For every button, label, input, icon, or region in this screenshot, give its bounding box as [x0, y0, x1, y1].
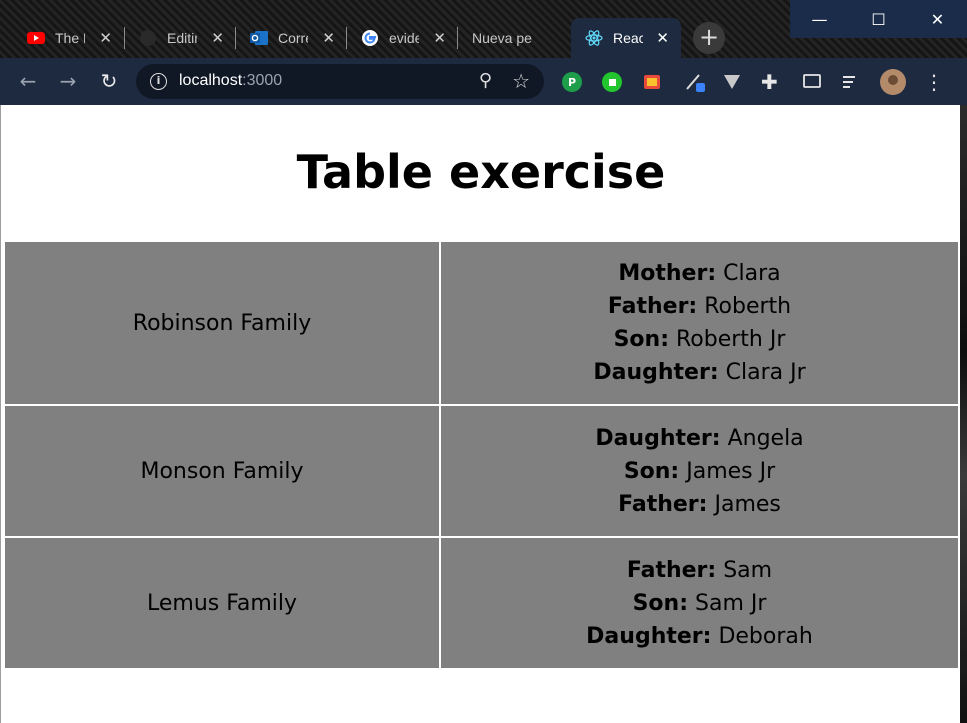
- maximize-button[interactable]: ☐: [849, 0, 908, 38]
- tab-outlook[interactable]: Corre ✕: [236, 18, 347, 58]
- extension-thumbs-up-icon[interactable]: [601, 71, 623, 93]
- close-icon[interactable]: ✕: [211, 29, 224, 47]
- back-arrow-icon[interactable]: ←: [16, 69, 40, 93]
- cast-icon[interactable]: [801, 71, 823, 93]
- close-icon[interactable]: ✕: [99, 29, 112, 47]
- member-name: James: [714, 491, 781, 517]
- tab-github[interactable]: Editin ✕: [125, 18, 236, 58]
- info-icon[interactable]: i: [150, 73, 167, 90]
- tab-react-app[interactable]: React ✕: [571, 18, 681, 58]
- table-row: Lemus Family Father: Sam Son: Sam Jr Dau…: [5, 538, 958, 668]
- address-bar[interactable]: i localhost:3000 ⚲ ☆: [136, 64, 544, 99]
- member-name: Roberth Jr: [676, 327, 786, 352]
- member-line: Son: James Jr: [441, 455, 958, 488]
- member-role: Daughter:: [593, 360, 719, 385]
- url-text: localhost:3000: [179, 72, 282, 90]
- table-row: Monson Family Daughter: Angela Son: Jame…: [5, 406, 958, 536]
- families-table: Robinson Family Mother: Clara Father: Ro…: [3, 240, 960, 670]
- page-title: Table exercise: [296, 145, 666, 199]
- member-role: Son:: [632, 590, 688, 616]
- family-name-cell: Monson Family: [5, 406, 439, 536]
- member-role: Father:: [618, 491, 708, 517]
- extension-v-icon[interactable]: [721, 71, 743, 93]
- member-line: Father: Roberth: [441, 290, 958, 323]
- close-icon[interactable]: ✕: [656, 29, 669, 47]
- menu-kebab-icon[interactable]: ⋮: [923, 71, 945, 93]
- member-line: Daughter: Deborah: [441, 620, 958, 653]
- close-window-button[interactable]: ✕: [908, 0, 967, 38]
- family-members-cell: Mother: Clara Father: Roberth Son: Rober…: [441, 242, 958, 404]
- member-line: Daughter: Angela: [441, 422, 958, 455]
- tab-strip: The M ✕ Editin ✕ Corre ✕ evide ✕ Nueva p…: [0, 0, 967, 58]
- tab-title: Editin: [167, 30, 197, 46]
- member-name: Roberth: [704, 294, 792, 319]
- url-port: :3000: [242, 72, 283, 89]
- minimize-button[interactable]: —: [790, 0, 849, 38]
- member-role: Father:: [626, 557, 717, 583]
- member-name: Angela: [727, 425, 804, 451]
- url-host: localhost: [179, 72, 243, 89]
- close-icon[interactable]: ✕: [322, 29, 335, 47]
- family-name-cell: Lemus Family: [5, 538, 439, 668]
- reload-icon[interactable]: ↻: [97, 69, 121, 93]
- table-row: Robinson Family Mother: Clara Father: Ro…: [5, 242, 958, 404]
- extension-green-p-icon[interactable]: P: [561, 71, 583, 93]
- browser-toolbar: ← → ↻ i localhost:3000 ⚲ ☆ P ✚ ⋮: [0, 58, 967, 105]
- forward-arrow-icon[interactable]: →: [56, 69, 80, 93]
- google-icon: [362, 30, 378, 46]
- bookmark-star-icon[interactable]: ☆: [512, 69, 530, 93]
- member-name: Clara: [723, 261, 781, 286]
- new-tab-button[interactable]: +: [693, 22, 725, 54]
- member-line: Daughter: Clara Jr: [441, 356, 958, 389]
- member-role: Son:: [613, 327, 669, 352]
- member-name: Deborah: [718, 623, 813, 649]
- member-line: Son: Roberth Jr: [441, 323, 958, 356]
- github-icon: [140, 30, 156, 46]
- member-name: Clara Jr: [725, 360, 806, 385]
- svg-text:P: P: [568, 76, 576, 89]
- avatar[interactable]: [879, 68, 907, 96]
- outlook-icon: [250, 31, 268, 45]
- member-line: Father: Sam: [441, 554, 958, 587]
- zoom-icon[interactable]: ⚲: [479, 70, 492, 91]
- member-line: Father: James: [441, 488, 958, 521]
- react-icon: [585, 30, 603, 46]
- member-role: Mother:: [618, 261, 717, 286]
- tab-youtube[interactable]: The M ✕: [13, 18, 124, 58]
- member-role: Son:: [623, 458, 680, 484]
- tab-title: evide: [389, 30, 419, 46]
- member-line: Mother: Clara: [441, 257, 958, 290]
- extension-pen-icon[interactable]: [683, 71, 705, 93]
- desktop-background-edge: [960, 105, 967, 723]
- extension-cards-icon[interactable]: [641, 71, 663, 93]
- member-role: Daughter:: [586, 623, 712, 649]
- member-role: Father:: [607, 294, 698, 319]
- member-name: Sam: [723, 557, 773, 583]
- page-viewport: Table exercise Robinson Family Mother: C…: [0, 105, 960, 723]
- family-members-cell: Father: Sam Son: Sam Jr Daughter: Debora…: [441, 538, 958, 668]
- member-name: Sam Jr: [695, 590, 767, 616]
- tab-title: The M: [55, 30, 85, 46]
- extensions-puzzle-icon[interactable]: ✚: [761, 71, 783, 93]
- tab-title: Corre: [278, 30, 308, 46]
- media-queue-icon[interactable]: [840, 71, 862, 93]
- member-name: James Jr: [686, 458, 776, 484]
- close-icon[interactable]: ✕: [433, 29, 446, 47]
- tab-title: React: [613, 30, 643, 46]
- member-line: Son: Sam Jr: [441, 587, 958, 620]
- tab-nueva-pestana[interactable]: Nueva pe: [458, 18, 569, 58]
- family-members-cell: Daughter: Angela Son: James Jr Father: J…: [441, 406, 958, 536]
- youtube-icon: [27, 32, 45, 44]
- window-controls: — ☐ ✕: [790, 0, 967, 38]
- tab-google[interactable]: evide ✕: [347, 18, 458, 58]
- family-name-cell: Robinson Family: [5, 242, 439, 404]
- member-role: Daughter:: [595, 425, 721, 451]
- tab-title: Nueva pe: [472, 30, 532, 46]
